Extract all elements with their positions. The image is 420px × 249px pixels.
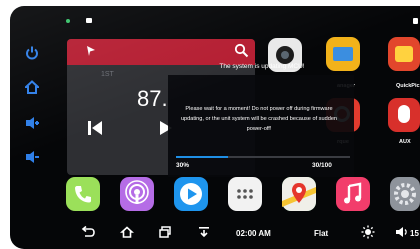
radio-band: 1ST <box>101 71 114 78</box>
radio-frequency: 87. <box>137 86 168 111</box>
podcast-app[interactable] <box>120 177 154 211</box>
phone-app[interactable] <box>66 177 100 211</box>
aux-label: AUX <box>399 139 411 145</box>
status-indicator-white <box>86 18 92 23</box>
status-indicator-right <box>413 18 418 24</box>
home-icon[interactable] <box>25 80 39 94</box>
aux-icon <box>398 105 410 123</box>
music-app[interactable] <box>336 177 370 211</box>
maps-app[interactable] <box>282 177 316 211</box>
aux-app[interactable] <box>388 98 420 132</box>
status-indicator-green <box>66 19 70 23</box>
phone-icon <box>75 186 91 203</box>
camera-icon <box>276 46 294 64</box>
radio-header <box>67 39 255 65</box>
file-manager-icon <box>333 47 353 61</box>
app-dock <box>66 174 420 218</box>
video-player-app[interactable] <box>174 177 208 211</box>
brightness-icon[interactable] <box>361 225 375 244</box>
volume-up-icon[interactable] <box>25 116 39 130</box>
download-icon[interactable] <box>197 225 211 244</box>
settings-app[interactable] <box>390 177 420 211</box>
power-icon[interactable] <box>25 46 39 60</box>
back-icon[interactable] <box>81 225 95 244</box>
quickpic-label: QuickPic <box>396 83 420 89</box>
screen: 1ST 87. anager QuickPic rque <box>0 0 420 249</box>
maps-icon <box>282 177 316 211</box>
play-icon <box>180 183 202 205</box>
podcast-icon <box>125 180 149 204</box>
dialog-title: The system is updating MCU! <box>219 63 305 70</box>
flag-icon <box>85 44 97 62</box>
settings-icon <box>394 183 416 205</box>
all-apps-button[interactable] <box>228 177 262 211</box>
navigation-bar: 02:00 AM Flat 15 <box>70 221 420 245</box>
update-progress-count: 30/100 <box>312 162 332 169</box>
search-icon[interactable] <box>234 43 249 63</box>
volume-level: 15 <box>410 229 419 238</box>
quickpic-icon <box>395 46 413 62</box>
volume-icon[interactable] <box>395 225 409 244</box>
left-control-bar <box>10 36 50 176</box>
clock-time: 02:00 AM <box>236 229 271 238</box>
quickpic-app[interactable] <box>388 37 420 71</box>
dialog-message: Please wait for a moment! Do not power o… <box>180 106 338 132</box>
apps-grid-icon <box>237 189 253 199</box>
recent-apps-icon[interactable] <box>158 225 172 244</box>
update-progress-bar <box>176 156 350 158</box>
volume-down-icon[interactable] <box>25 150 39 164</box>
update-progress-percent: 30% <box>176 162 190 169</box>
head-unit-display: 1ST 87. anager QuickPic rque <box>10 6 420 249</box>
home-icon[interactable] <box>119 225 135 244</box>
skip-previous-icon[interactable] <box>87 120 103 141</box>
eq-preset[interactable]: Flat <box>314 229 328 238</box>
update-progress-fill <box>176 156 229 158</box>
music-icon <box>344 182 362 204</box>
